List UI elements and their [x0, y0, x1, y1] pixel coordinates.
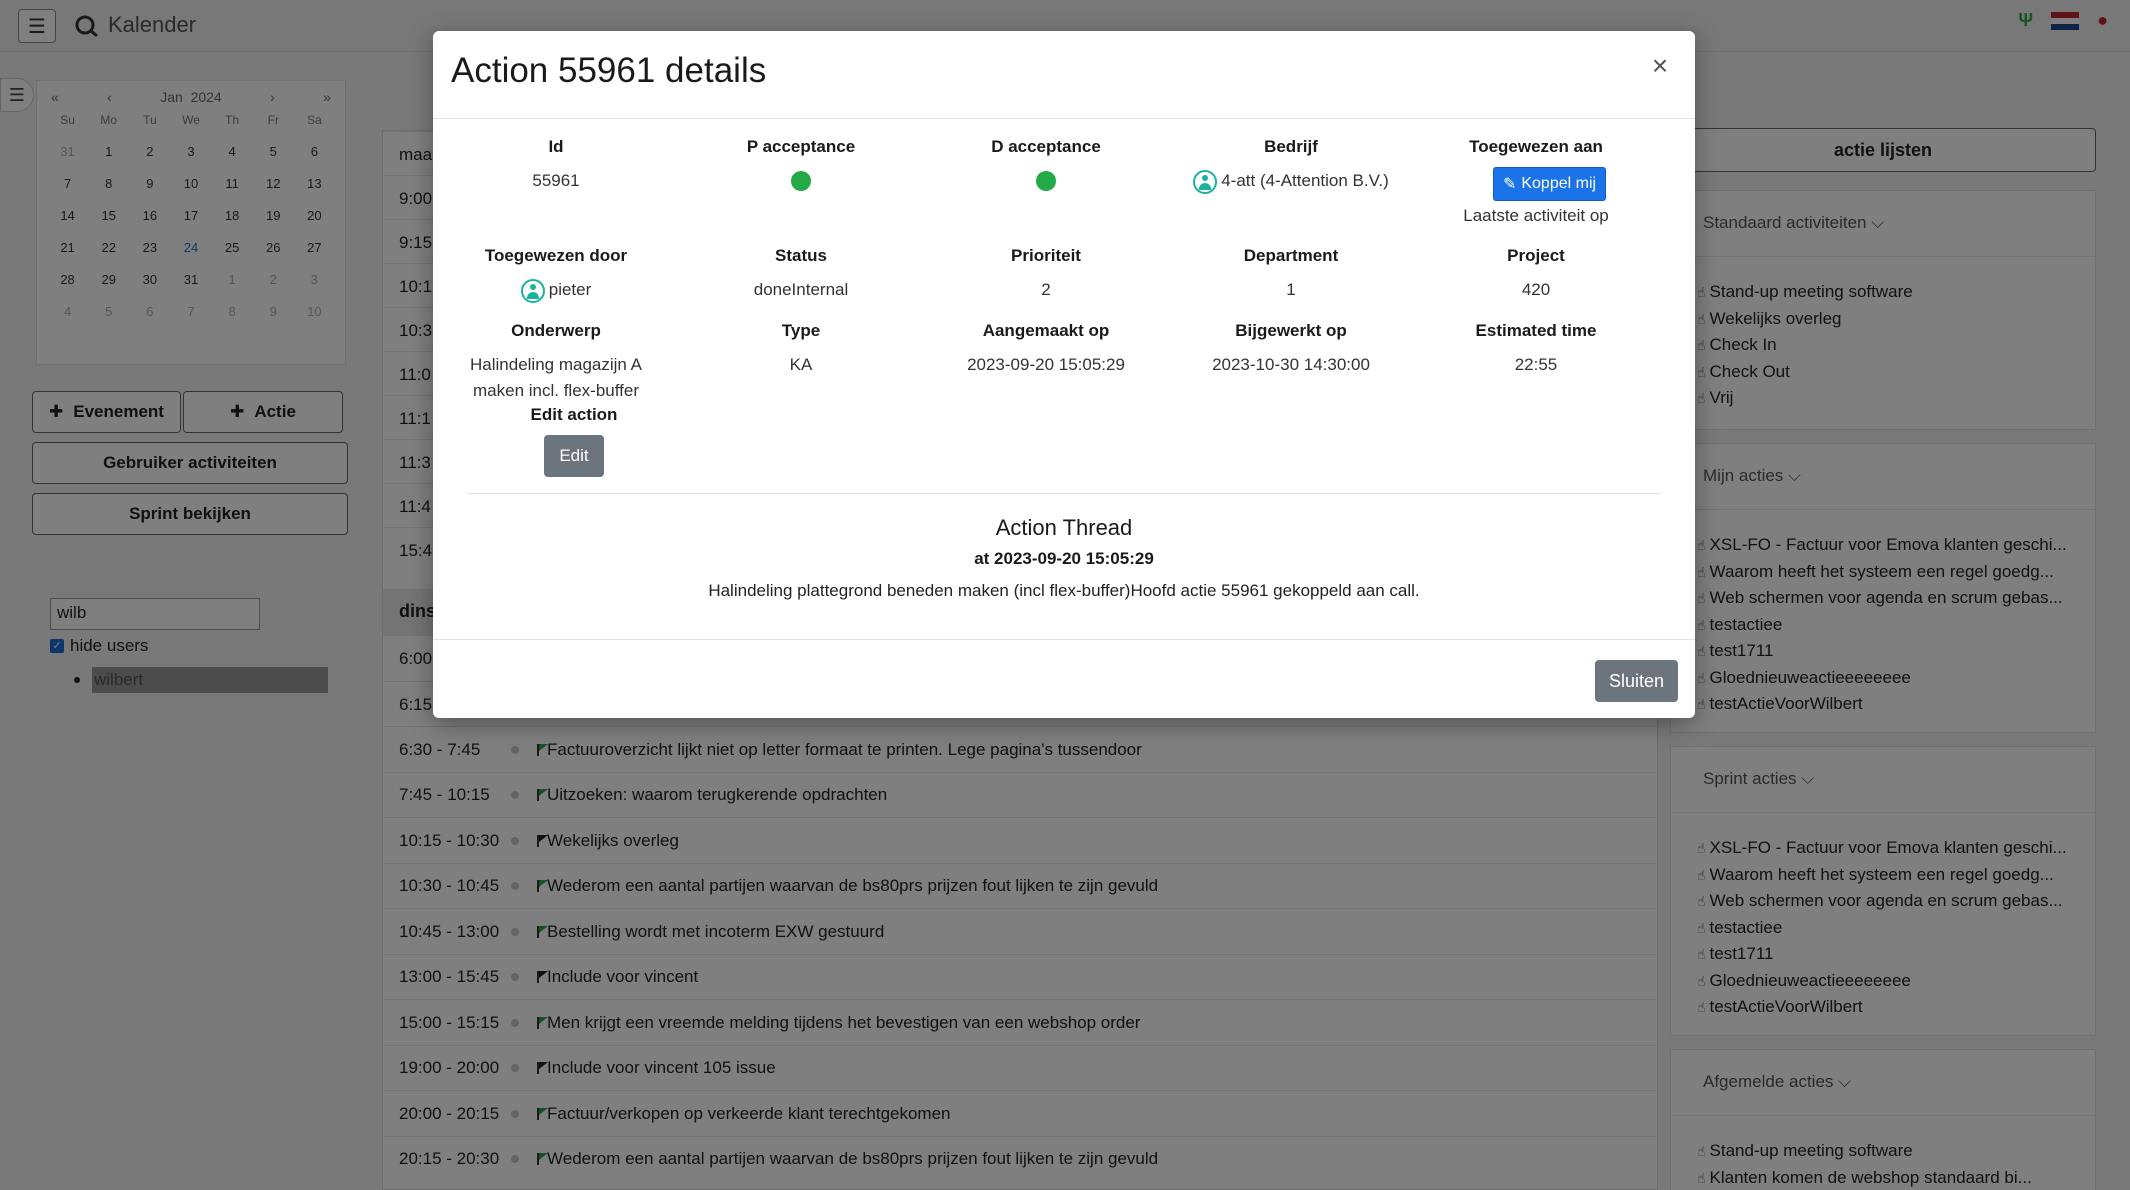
d-acceptance-status — [923, 171, 1169, 199]
department-value: 1 — [1286, 280, 1296, 299]
id-value: 55961 — [532, 171, 580, 190]
assign-me-button[interactable]: ✎ Koppel mij — [1493, 167, 1606, 201]
status-dot-icon — [791, 171, 811, 191]
type-label: Type — [781, 321, 821, 340]
updated-label: Bijgewerkt op — [1235, 321, 1347, 340]
priority-value: 2 — [1041, 280, 1051, 299]
updated-value: 2023-10-30 14:30:00 — [1212, 355, 1370, 374]
edit-button[interactable]: Edit — [544, 435, 604, 477]
estimated-time-value: 22:55 — [1514, 355, 1558, 374]
type-value: KA — [789, 355, 813, 374]
assigned-by-label: Toegewezen door — [484, 246, 628, 265]
project-label: Project — [1507, 246, 1565, 265]
company-value: 4-att (4-Attention B.V.) — [1168, 168, 1414, 194]
modal-header: Action 55961 details × — [433, 31, 1695, 119]
estimated-time-label: Estimated time — [1475, 321, 1597, 340]
thread-timestamp: at 2023-09-20 15:05:29 — [974, 549, 1154, 568]
thread-title: Action Thread — [995, 515, 1133, 540]
status-label: Status — [775, 246, 827, 265]
assigned-by-value: pieter — [433, 277, 679, 303]
status-dot-icon — [1036, 171, 1056, 191]
created-label: Aangemaakt op — [982, 321, 1110, 340]
p-acceptance-label: P acceptance — [746, 137, 856, 156]
assigned-to-label: Toegewezen aan — [1469, 137, 1603, 156]
subject-label: Onderwerp — [511, 321, 601, 340]
last-activity-note: Laatste activiteit op — [1463, 206, 1609, 225]
action-details-modal: Action 55961 details × Id 55961 P accept… — [433, 31, 1695, 718]
subject-value: Halindeling magazijn A maken incl. flex-… — [470, 355, 642, 400]
priority-label: Prioriteit — [1011, 246, 1081, 265]
id-label: Id — [548, 137, 564, 156]
d-acceptance-label: D acceptance — [991, 137, 1101, 156]
modal-footer: Sluiten — [433, 639, 1695, 718]
close-button[interactable]: Sluiten — [1595, 660, 1678, 702]
user-icon — [520, 278, 545, 303]
department-label: Department — [1243, 246, 1339, 265]
status-value: doneInternal — [753, 280, 849, 299]
pencil-icon: ✎ — [1502, 176, 1517, 193]
divider — [467, 493, 1661, 494]
close-icon[interactable]: × — [1645, 51, 1675, 81]
thread-message: Halindeling plattegrond beneden maken (i… — [708, 581, 1420, 600]
edit-action-label: Edit action — [530, 405, 618, 424]
created-value: 2023-09-20 15:05:29 — [967, 355, 1125, 374]
modal-title: Action 55961 details — [451, 51, 767, 90]
project-value: 420 — [1521, 280, 1551, 299]
p-acceptance-status — [678, 171, 924, 199]
company-label: Bedrijf — [1264, 137, 1318, 156]
company-icon — [1193, 169, 1218, 194]
